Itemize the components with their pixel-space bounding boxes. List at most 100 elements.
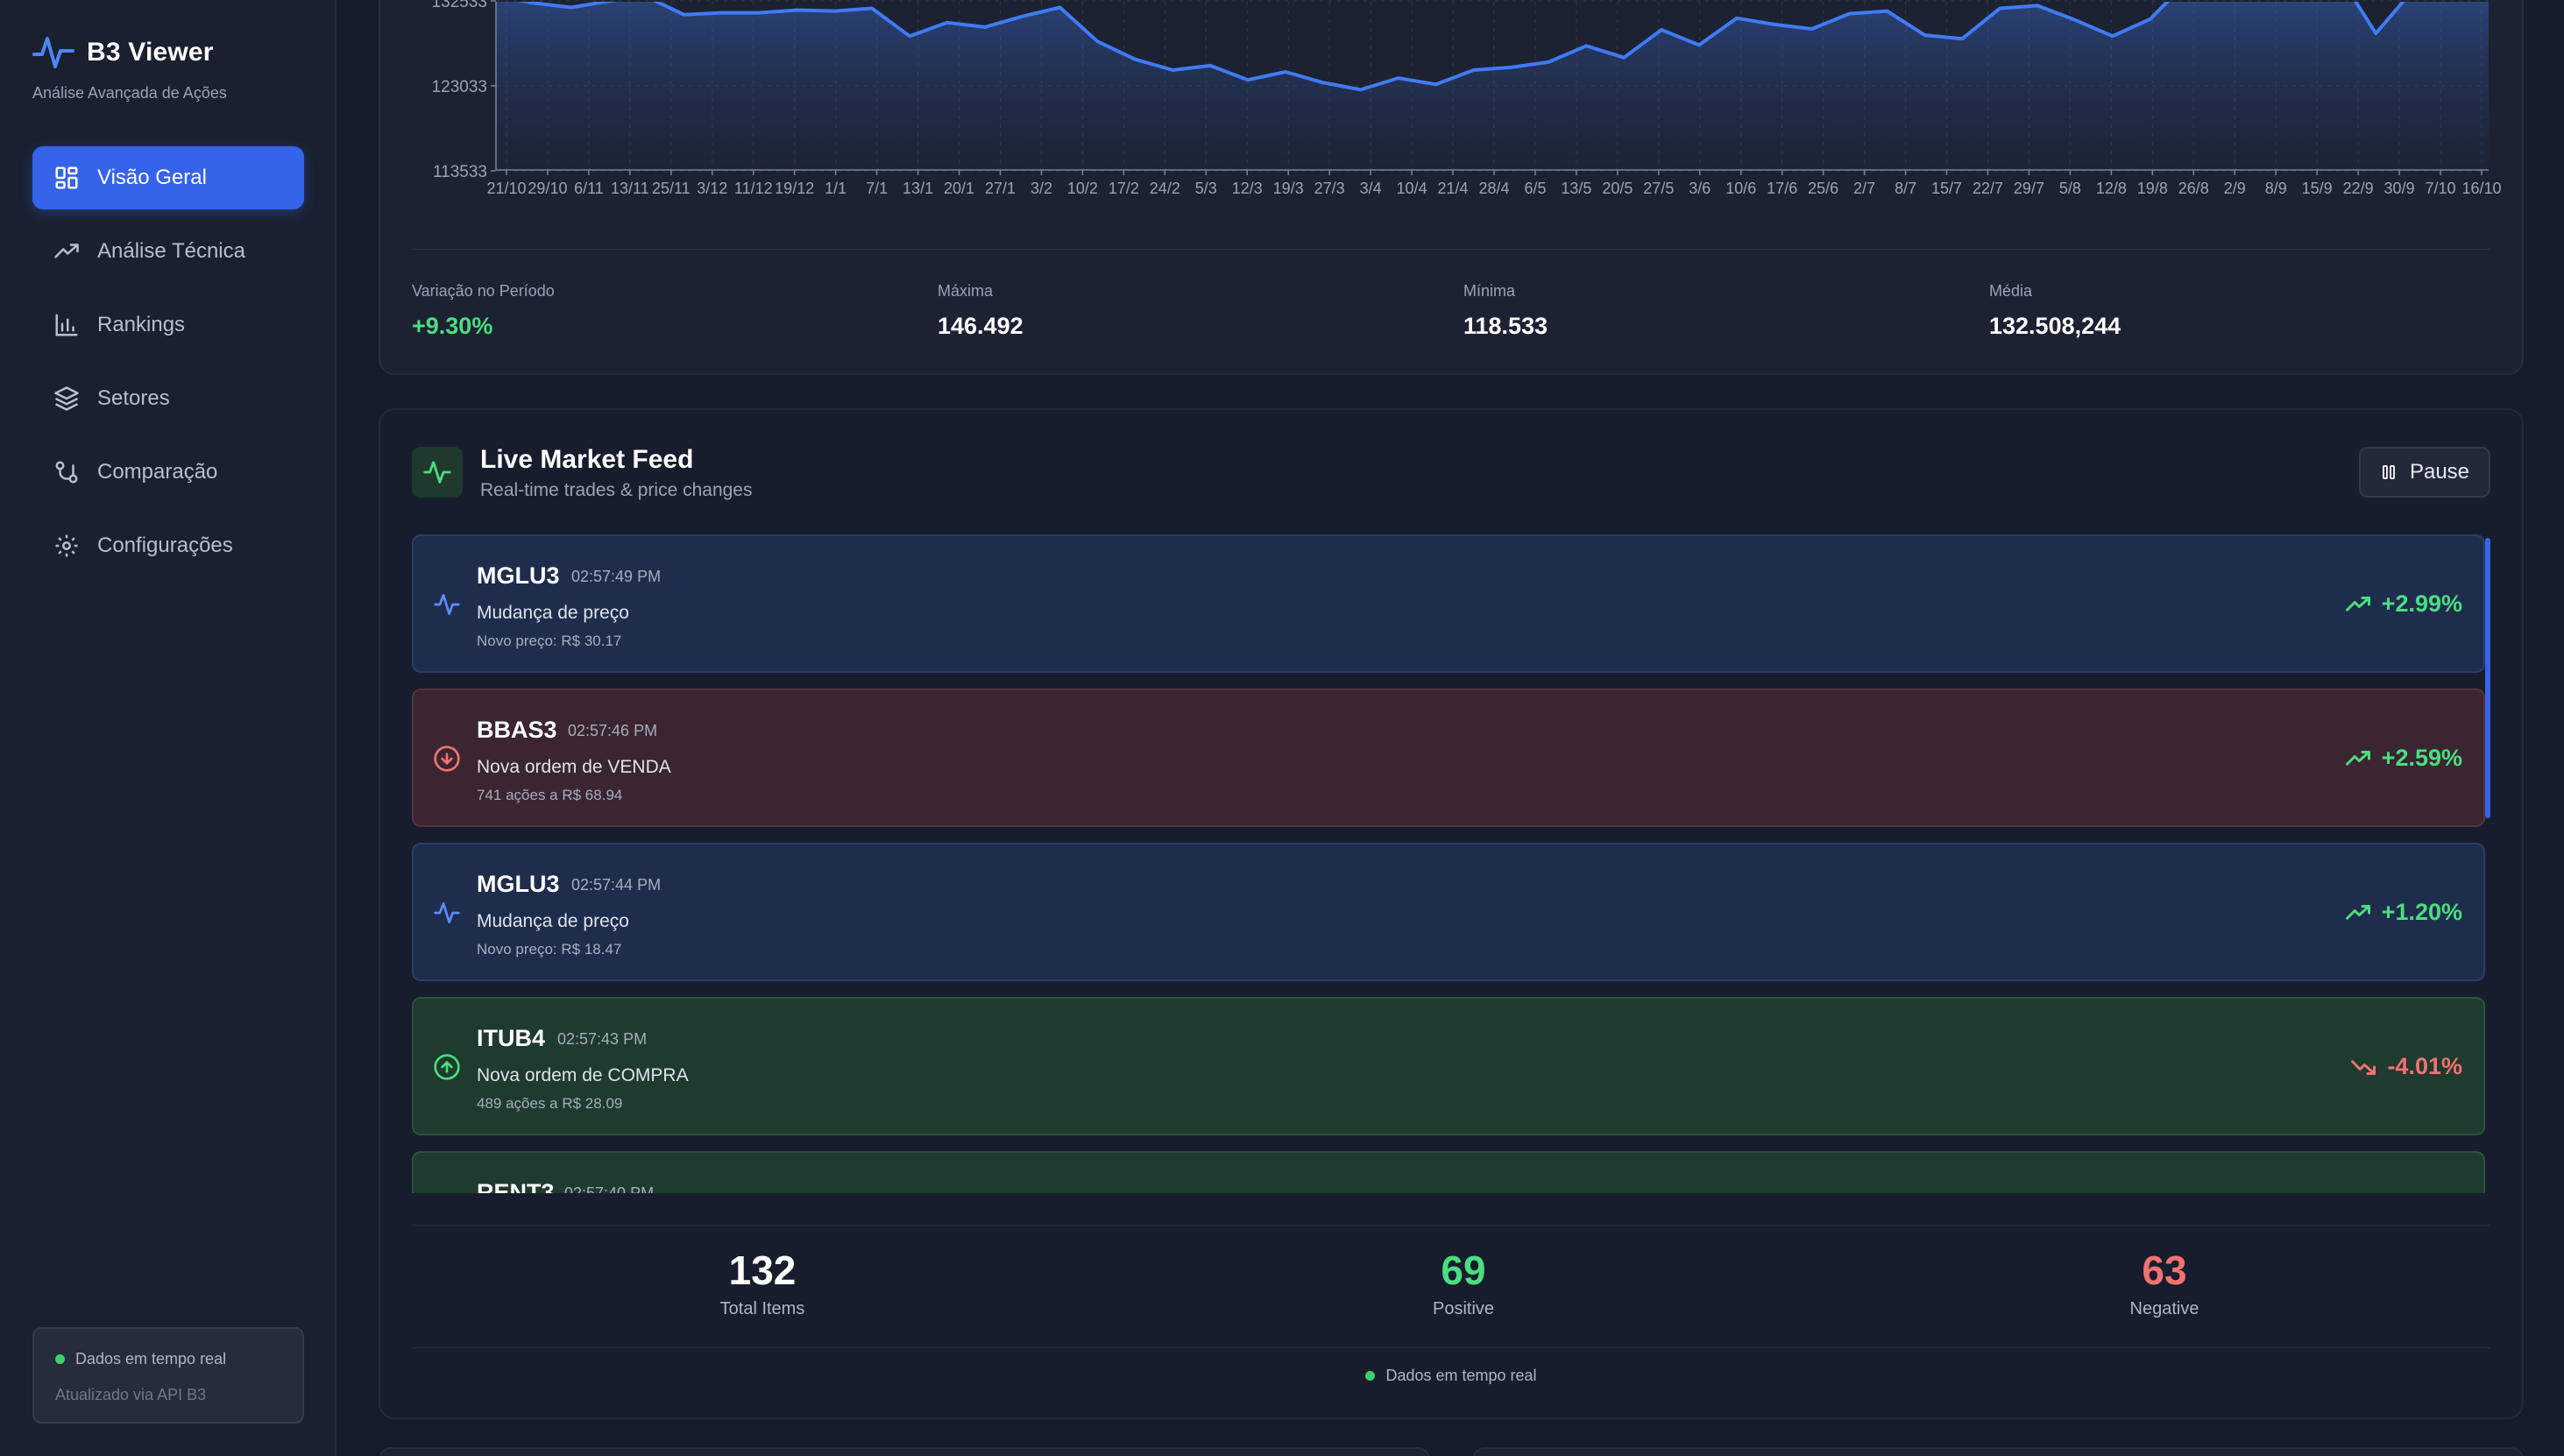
feed-divider bbox=[412, 1347, 2490, 1348]
total-items: 132 Total Items bbox=[587, 1247, 938, 1319]
x-tick-label: 24/2 bbox=[1150, 180, 1180, 197]
stat-value: 118.533 bbox=[1463, 313, 1548, 339]
x-tick-label: 17/2 bbox=[1108, 180, 1139, 197]
activity-logo-icon bbox=[32, 37, 74, 68]
price-area-chart[interactable]: 13253312303311353321/10 29/10 6/11 13/11 25/… bbox=[380, 0, 2525, 247]
x-tick-label: 3/4 bbox=[1360, 180, 1382, 197]
feed-item[interactable]: RENT3 02:57:40 PM bbox=[412, 1151, 2485, 1193]
brand-subtitle: Análise Avançada de Ações bbox=[32, 84, 227, 102]
feed-scrollbar[interactable] bbox=[2485, 538, 2490, 818]
nav-item-analise-tecnica[interactable]: Análise Técnica bbox=[32, 220, 304, 283]
brand-title: B3 Viewer bbox=[87, 38, 214, 67]
nav-item-label: Configurações bbox=[97, 534, 233, 557]
x-tick-label: 27/3 bbox=[1314, 180, 1345, 197]
nav-item-configuracoes[interactable]: Configurações bbox=[32, 514, 304, 577]
next-card-left bbox=[379, 1447, 1430, 1456]
x-tick-label: 12/8 bbox=[2096, 180, 2127, 197]
x-tick-label: 16/10 bbox=[2461, 180, 2501, 197]
total-label: Positive bbox=[1432, 1299, 1495, 1318]
x-tick-label: 29/7 bbox=[2014, 180, 2044, 197]
feed-item[interactable]: MGLU3 02:57:49 PM Mudança de preço Novo … bbox=[412, 534, 2485, 673]
nav-item-setores[interactable]: Setores bbox=[32, 367, 304, 430]
y-tick-label: 123033 bbox=[432, 78, 487, 96]
nav-item-rankings[interactable]: Rankings bbox=[32, 293, 304, 357]
stat-value: +9.30% bbox=[412, 313, 493, 339]
feed-item[interactable]: BBAS3 02:57:46 PM Nova ordem de VENDA 74… bbox=[412, 689, 2485, 827]
status-label: Dados em tempo real bbox=[75, 1350, 227, 1368]
price-chart-card: 132533 123033 113533 21/10 29/10 6/11 13/11 25/… bbox=[379, 0, 2524, 375]
trending-down-icon bbox=[2351, 1059, 2376, 1075]
feed-item-description: Mudança de preço bbox=[477, 911, 629, 931]
y-tick-label: 132533 bbox=[432, 0, 487, 11]
x-tick-label: 3/12 bbox=[697, 180, 727, 197]
nav-item-visao-geral[interactable]: Visão Geral bbox=[32, 146, 304, 209]
total-label: Negative bbox=[2129, 1299, 2199, 1318]
feed-list[interactable]: MGLU3 02:57:49 PM Mudança de preço Novo … bbox=[412, 534, 2490, 1193]
feed-item[interactable]: MGLU3 02:57:44 PM Mudança de preço Novo … bbox=[412, 843, 2485, 981]
nav-item-label: Setores bbox=[97, 386, 170, 410]
stat-minima: Mínima 118.533 bbox=[1463, 282, 1548, 340]
x-tick-label: 13/1 bbox=[903, 180, 933, 197]
feed-item-symbol: MGLU3 bbox=[477, 562, 560, 589]
feed-item-detail: Novo preço: R$ 30.17 bbox=[477, 633, 622, 649]
pause-label: Pause bbox=[2409, 460, 2470, 484]
x-tick-label: 6/5 bbox=[1524, 180, 1546, 197]
feed-footer-label: Dados em tempo real bbox=[1385, 1367, 1537, 1384]
feed-item[interactable]: ITUB4 02:57:43 PM Nova ordem de COMPRA 4… bbox=[412, 997, 2485, 1135]
brand[interactable]: B3 Viewer bbox=[32, 33, 214, 72]
activity-icon bbox=[434, 594, 460, 615]
feed-item-detail: 741 ações a R$ 68.94 bbox=[477, 787, 623, 803]
next-card-right bbox=[1472, 1447, 2524, 1456]
sidebar: B3 Viewer Análise Avançada de Ações Visã… bbox=[0, 0, 336, 1456]
stat-media: Média 132.508,244 bbox=[1989, 282, 2121, 340]
gear-icon bbox=[55, 534, 78, 557]
x-tick-label: 7/1 bbox=[866, 180, 888, 197]
stat-variacao: Variação no Período +9.30% bbox=[412, 282, 555, 340]
feed-item-description: Nova ordem de VENDA bbox=[477, 757, 671, 777]
pause-icon bbox=[2382, 465, 2395, 479]
feed-item-detail: Novo preço: R$ 18.47 bbox=[477, 941, 622, 958]
x-tick-label: 21/4 bbox=[1438, 180, 1469, 197]
status-dot-icon bbox=[1365, 1371, 1376, 1381]
x-tick-label: 12/3 bbox=[1232, 180, 1263, 197]
feed-item-description: Nova ordem de COMPRA bbox=[477, 1065, 689, 1085]
feed-item-symbol: ITUB4 bbox=[477, 1025, 546, 1051]
sidebar-nav: Visão Geral Análise Técnica Rankings Set… bbox=[32, 146, 304, 588]
x-tick-label: 5/8 bbox=[2059, 180, 2081, 197]
total-value: 132 bbox=[728, 1247, 797, 1293]
live-market-feed-card: Live Market Feed Real-time trades & pric… bbox=[379, 408, 2524, 1419]
nav-item-label: Análise Técnica bbox=[97, 239, 245, 263]
total-value: 63 bbox=[2142, 1247, 2187, 1293]
feed-footer: Dados em tempo real bbox=[380, 1367, 2522, 1385]
x-tick-label: 10/6 bbox=[1725, 180, 1756, 197]
x-tick-label: 8/9 bbox=[2265, 180, 2287, 197]
x-tick-label: 30/9 bbox=[2384, 180, 2415, 197]
trending-up-icon bbox=[2345, 596, 2370, 611]
feed-item-change: +2.59% bbox=[2345, 745, 2462, 772]
git-compare-icon bbox=[55, 461, 78, 484]
x-tick-label: 26/8 bbox=[2178, 180, 2209, 197]
status-dot-icon bbox=[55, 1354, 65, 1364]
x-tick-label: 17/6 bbox=[1767, 180, 1797, 197]
feed-item-description: Mudança de preço bbox=[477, 603, 629, 623]
x-tick-label: 6/11 bbox=[574, 180, 604, 197]
feed-totals: 132 Total Items 69 Positive 63 Negative bbox=[412, 1247, 2490, 1334]
activity-icon bbox=[423, 461, 451, 484]
feed-item-change-value: +2.59% bbox=[2381, 745, 2462, 771]
trending-up-icon bbox=[2345, 750, 2370, 766]
x-tick-label: 20/1 bbox=[944, 180, 974, 197]
x-tick-label: 20/5 bbox=[1602, 180, 1633, 197]
price-area bbox=[496, 2, 2489, 170]
x-tick-label: 15/7 bbox=[1931, 180, 1962, 197]
nav-item-comparacao[interactable]: Comparação bbox=[32, 441, 304, 504]
x-tick-label: 10/2 bbox=[1067, 180, 1098, 197]
x-tick-label: 1/1 bbox=[825, 180, 846, 197]
x-tick-label: 15/9 bbox=[2302, 180, 2333, 197]
pause-button[interactable]: Pause bbox=[2359, 447, 2490, 498]
feed-item-change: +1.20% bbox=[2345, 899, 2462, 926]
feed-item-time: 02:57:49 PM bbox=[571, 568, 662, 585]
feed-item-change-value: +1.20% bbox=[2381, 899, 2462, 925]
status-sub: Atualizado via API B3 bbox=[55, 1386, 207, 1403]
stat-value: 146.492 bbox=[938, 313, 1023, 339]
y-tick-label: 113533 bbox=[433, 163, 487, 181]
